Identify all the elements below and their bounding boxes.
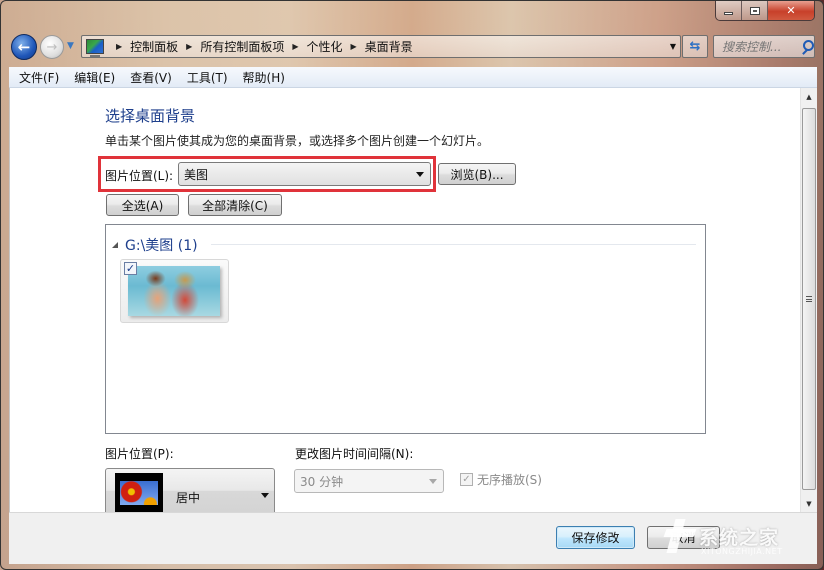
menu-view[interactable]: 查看(V) (123, 69, 179, 86)
refresh-button[interactable]: ⇆ (682, 35, 708, 58)
chevron-down-icon (429, 479, 437, 484)
breadcrumb-item[interactable]: ▶ 个性化 (284, 38, 342, 55)
picture-location-select[interactable]: 美图 (178, 162, 431, 186)
chevron-down-icon: ▼ (806, 499, 812, 508)
interval-value: 30 分钟 (300, 474, 344, 489)
position-preview-image (115, 473, 163, 513)
scroll-down-button[interactable]: ▼ (801, 495, 817, 512)
control-panel-icon (86, 39, 104, 57)
menu-tools[interactable]: 工具(T) (180, 69, 235, 86)
search-box[interactable] (713, 35, 815, 58)
group-header[interactable]: G:\美图 (1) (112, 235, 198, 255)
picture-position-label: 图片位置(P): (105, 447, 174, 461)
minimize-icon (724, 12, 733, 15)
chevron-down-icon (416, 172, 424, 177)
menu-file[interactable]: 文件(F) (9, 69, 66, 86)
menu-help[interactable]: 帮助(H) (236, 69, 292, 86)
page-title: 选择桌面背景 (105, 107, 196, 125)
shuffle-option[interactable]: ✓ 无序播放(S) (460, 471, 542, 488)
checkmark-icon: ✓ (125, 262, 136, 275)
picture-thumbnail[interactable]: ✓ (120, 259, 229, 323)
forward-button[interactable]: → (40, 35, 64, 59)
cancel-button[interactable]: 取消 (647, 526, 720, 549)
breadcrumb-item[interactable]: ▶ 桌面背景 (343, 38, 413, 55)
shuffle-checkbox[interactable]: ✓ (460, 473, 473, 486)
window: ✕ ← → ▼ ▶ 控制面板 ▶ 所有控制面板项 ▶ 个性化 ▶ 桌面背景 ▼ (0, 0, 824, 570)
menu-bar: 文件(F) 编辑(E) 查看(V) 工具(T) 帮助(H) (9, 67, 817, 88)
breadcrumb-label[interactable]: 所有控制面板项 (200, 38, 284, 55)
flower-icon (120, 481, 158, 505)
chevron-right-icon: ▶ (350, 42, 357, 51)
menu-edit[interactable]: 编辑(E) (67, 69, 122, 86)
picture-location-label: 图片位置(L): (105, 169, 174, 183)
select-all-button[interactable]: 全选(A) (106, 194, 179, 216)
search-input[interactable] (722, 39, 798, 54)
breadcrumb-item[interactable]: ▶ 所有控制面板项 (178, 38, 284, 55)
caption-buttons: ✕ (715, 1, 815, 21)
address-dropdown-icon[interactable]: ▼ (670, 42, 676, 51)
maximize-button[interactable] (742, 1, 768, 20)
minimize-button[interactable] (716, 1, 742, 20)
clear-all-button[interactable]: 全部清除(C) (188, 194, 282, 216)
thumbnail-image (128, 266, 220, 316)
arrow-right-icon: → (46, 39, 58, 55)
back-button[interactable]: ← (11, 34, 37, 60)
group-divider (211, 244, 696, 245)
content-pane: 选择桌面背景 单击某个图片使其成为您的桌面背景，或选择多个图片创建一个幻灯片。 … (9, 88, 817, 513)
picture-position-select[interactable]: 居中 (105, 468, 275, 513)
breadcrumb-label[interactable]: 桌面背景 (365, 38, 413, 55)
picture-position-value: 居中 (176, 491, 201, 505)
chevron-right-icon: ▶ (186, 42, 193, 51)
navigation-bar: ← → ▼ ▶ 控制面板 ▶ 所有控制面板项 ▶ 个性化 ▶ 桌面背景 ▼ ⇆ (1, 31, 824, 63)
chevron-down-icon (261, 493, 269, 498)
refresh-icon: ⇆ (689, 39, 701, 54)
chevron-down-icon: ▼ (67, 41, 74, 51)
group-title: G:\美图 (1) (125, 238, 198, 254)
page-description: 单击某个图片使其成为您的桌面背景，或选择多个图片创建一个幻灯片。 (105, 134, 490, 148)
scroll-thumb[interactable] (802, 108, 816, 490)
recent-pages-button[interactable]: ▼ (67, 41, 77, 51)
arrow-left-icon: ← (17, 38, 31, 56)
chevron-right-icon: ▶ (292, 42, 299, 51)
maximize-icon (749, 6, 760, 15)
picture-gallery: G:\美图 (1) ✓ (105, 224, 706, 434)
breadcrumb-item[interactable]: ▶ 控制面板 (112, 38, 178, 55)
address-bar[interactable]: ▶ 控制面板 ▶ 所有控制面板项 ▶ 个性化 ▶ 桌面背景 ▼ (81, 35, 681, 58)
browse-button[interactable]: 浏览(B)... (438, 163, 516, 185)
collapse-triangle-icon[interactable] (112, 242, 118, 248)
search-icon[interactable] (800, 39, 814, 54)
chevron-right-icon: ▶ (116, 42, 123, 51)
shuffle-label: 无序播放(S) (477, 473, 542, 487)
interval-select[interactable]: 30 分钟 (294, 469, 444, 493)
close-button[interactable]: ✕ (768, 1, 814, 20)
chevron-up-icon: ▲ (806, 92, 812, 101)
scroll-up-button[interactable]: ▲ (801, 88, 817, 105)
breadcrumb-label[interactable]: 控制面板 (130, 38, 178, 55)
breadcrumb-label[interactable]: 个性化 (307, 38, 343, 55)
interval-label: 更改图片时间间隔(N): (295, 447, 414, 461)
picture-location-value: 美图 (184, 167, 209, 182)
thumbnail-checkbox[interactable]: ✓ (124, 262, 137, 275)
close-icon: ✕ (786, 4, 796, 17)
vertical-scrollbar[interactable]: ▲ ▼ (800, 88, 817, 512)
save-changes-button[interactable]: 保存修改 (556, 526, 635, 549)
grip-icon (806, 296, 812, 302)
footer: 保存修改 取消 (9, 512, 817, 564)
